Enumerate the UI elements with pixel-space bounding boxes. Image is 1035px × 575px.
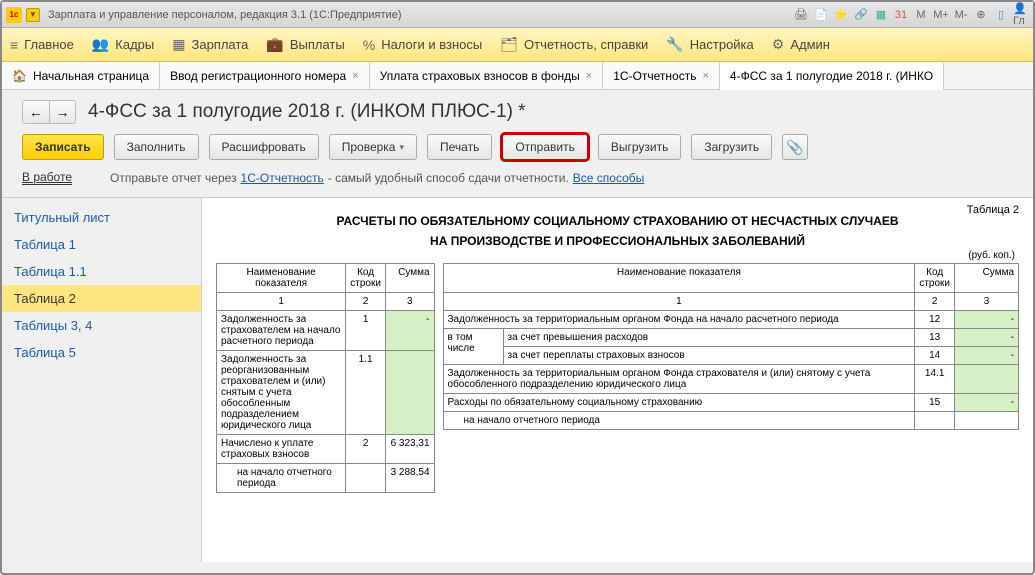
document-tabs: 🏠Начальная страница Ввод регистрационног… [2, 62, 1033, 90]
people-icon: 👥 [92, 36, 109, 53]
toolbar-icon[interactable]: 🔗 [853, 7, 869, 23]
m-button[interactable]: M [913, 7, 929, 23]
section-sidebar: Титульный лист Таблица 1 Таблица 1.1 Таб… [2, 198, 202, 562]
tab-1c-otchet[interactable]: 1С-Отчетность× [603, 62, 720, 89]
fill-button[interactable]: Заполнить [114, 134, 199, 160]
export-button[interactable]: Выгрузить [598, 134, 682, 160]
wrench-icon: 🔧 [666, 36, 683, 53]
nav-buttons: ← → [22, 100, 76, 124]
status-label[interactable]: В работе [22, 170, 72, 185]
report-table-right: Наименование показателя Код строки Сумма… [443, 263, 1019, 430]
report-table-left: Наименование показателя Код строки Сумма… [216, 263, 435, 493]
toolbar-icon[interactable]: ⭐ [833, 7, 849, 23]
chevron-down-icon: ▾ [399, 142, 404, 153]
report-title-2: НА ПРОИЗВОДСТВЕ И ПРОФЕССИОНАЛЬНЫХ ЗАБОЛ… [256, 234, 979, 248]
attach-button[interactable]: 📎 [782, 134, 808, 160]
toolbar-icon[interactable]: 🖨 [793, 7, 809, 23]
tab-home[interactable]: 🏠Начальная страница [2, 62, 160, 89]
link-all-ways[interactable]: Все способы [573, 171, 645, 185]
sidebar-item-active[interactable]: Таблица 2 [2, 285, 201, 312]
main-menu: ≡Главное 👥Кадры ▦Зарплата 💼Выплаты %Нало… [2, 28, 1033, 62]
forward-button[interactable]: → [49, 101, 75, 123]
sidebar-item[interactable]: Таблицы 3, 4 [2, 312, 201, 339]
toolbar-icon[interactable]: ⊕ [973, 7, 989, 23]
toolbar-icon[interactable]: 📄 [813, 7, 829, 23]
action-toolbar: Записать Заполнить Расшифровать Проверка… [2, 128, 1033, 170]
menu-nastroika[interactable]: 🔧Настройка [666, 36, 753, 53]
menu-vyplaty[interactable]: 💼Выплаты [266, 36, 344, 53]
toolbar-icon[interactable]: 31 [893, 7, 909, 23]
menu-admin[interactable]: ⚙Админ [772, 36, 830, 53]
check-button[interactable]: Проверка▾ [329, 134, 417, 160]
m-minus-button[interactable]: M- [953, 7, 969, 23]
toolbar-icon[interactable]: ▯ [993, 7, 1009, 23]
import-button[interactable]: Загрузить [691, 134, 772, 160]
app-menu-dropdown[interactable]: ▼ [26, 8, 40, 22]
sidebar-item[interactable]: Таблица 1 [2, 231, 201, 258]
toolbar-icon[interactable]: ▦ [873, 7, 889, 23]
calc-icon: ▦ [172, 36, 185, 53]
home-icon: 🏠 [12, 69, 27, 83]
report-canvas: Таблица 2 РАСЧЕТЫ ПО ОБЯЗАТЕЛЬНОМУ СОЦИА… [202, 198, 1033, 562]
save-button[interactable]: Записать [22, 134, 104, 160]
tab-reg[interactable]: Ввод регистрационного номера× [160, 62, 370, 89]
table-badge: Таблица 2 [967, 204, 1019, 216]
back-button[interactable]: ← [23, 101, 49, 123]
tab-4fss[interactable]: 4-ФСС за 1 полугодие 2018 г. (ИНКО [720, 63, 944, 90]
menu-otchet[interactable]: 🗂Отчетность, справки [500, 36, 648, 53]
tab-uplata[interactable]: Уплата страховых взносов в фонды× [370, 62, 604, 89]
link-1c-otchet[interactable]: 1С-Отчетность [241, 171, 324, 185]
menu-kadry[interactable]: 👥Кадры [92, 36, 154, 53]
print-button[interactable]: Печать [427, 134, 492, 160]
percent-icon: % [363, 37, 375, 53]
menu-nalogi[interactable]: %Налоги и взносы [363, 37, 483, 53]
briefcase-icon: 💼 [266, 36, 283, 53]
close-icon[interactable]: × [586, 70, 592, 82]
folder-icon: 🗂 [500, 36, 518, 53]
sidebar-item[interactable]: Таблица 1.1 [2, 258, 201, 285]
send-button[interactable]: Отправить [502, 134, 588, 160]
sidebar-item[interactable]: Таблица 5 [2, 339, 201, 366]
decode-button[interactable]: Расшифровать [209, 134, 319, 160]
close-icon[interactable]: × [702, 70, 708, 82]
hint-bar: В работе Отправьте отчет через 1С-Отчетн… [2, 170, 1033, 197]
menu-zarplata[interactable]: ▦Зарплата [172, 36, 248, 53]
content-area: Титульный лист Таблица 1 Таблица 1.1 Таб… [2, 197, 1033, 562]
window-titlebar: 1c ▼ Зарплата и управление персоналом, р… [2, 2, 1033, 28]
toolbar-icon[interactable]: 👤Гл [1013, 7, 1029, 23]
report-title-1: РАСЧЕТЫ ПО ОБЯЗАТЕЛЬНОМУ СОЦИАЛЬНОМУ СТР… [256, 214, 979, 228]
m-plus-button[interactable]: M+ [933, 7, 949, 23]
menu-main[interactable]: ≡Главное [10, 37, 74, 53]
page-title: 4-ФСС за 1 полугодие 2018 г. (ИНКОМ ПЛЮС… [88, 101, 526, 123]
window-title: Зарплата и управление персоналом, редакц… [48, 9, 789, 21]
close-icon[interactable]: × [352, 70, 358, 82]
sidebar-item[interactable]: Титульный лист [2, 204, 201, 231]
hamburger-icon: ≡ [10, 37, 18, 53]
gear-icon: ⚙ [772, 36, 785, 53]
app-icon: 1c [6, 7, 22, 23]
unit-label: (руб. коп.) [220, 250, 1015, 261]
page-header: ← → 4-ФСС за 1 полугодие 2018 г. (ИНКОМ … [2, 90, 1033, 128]
